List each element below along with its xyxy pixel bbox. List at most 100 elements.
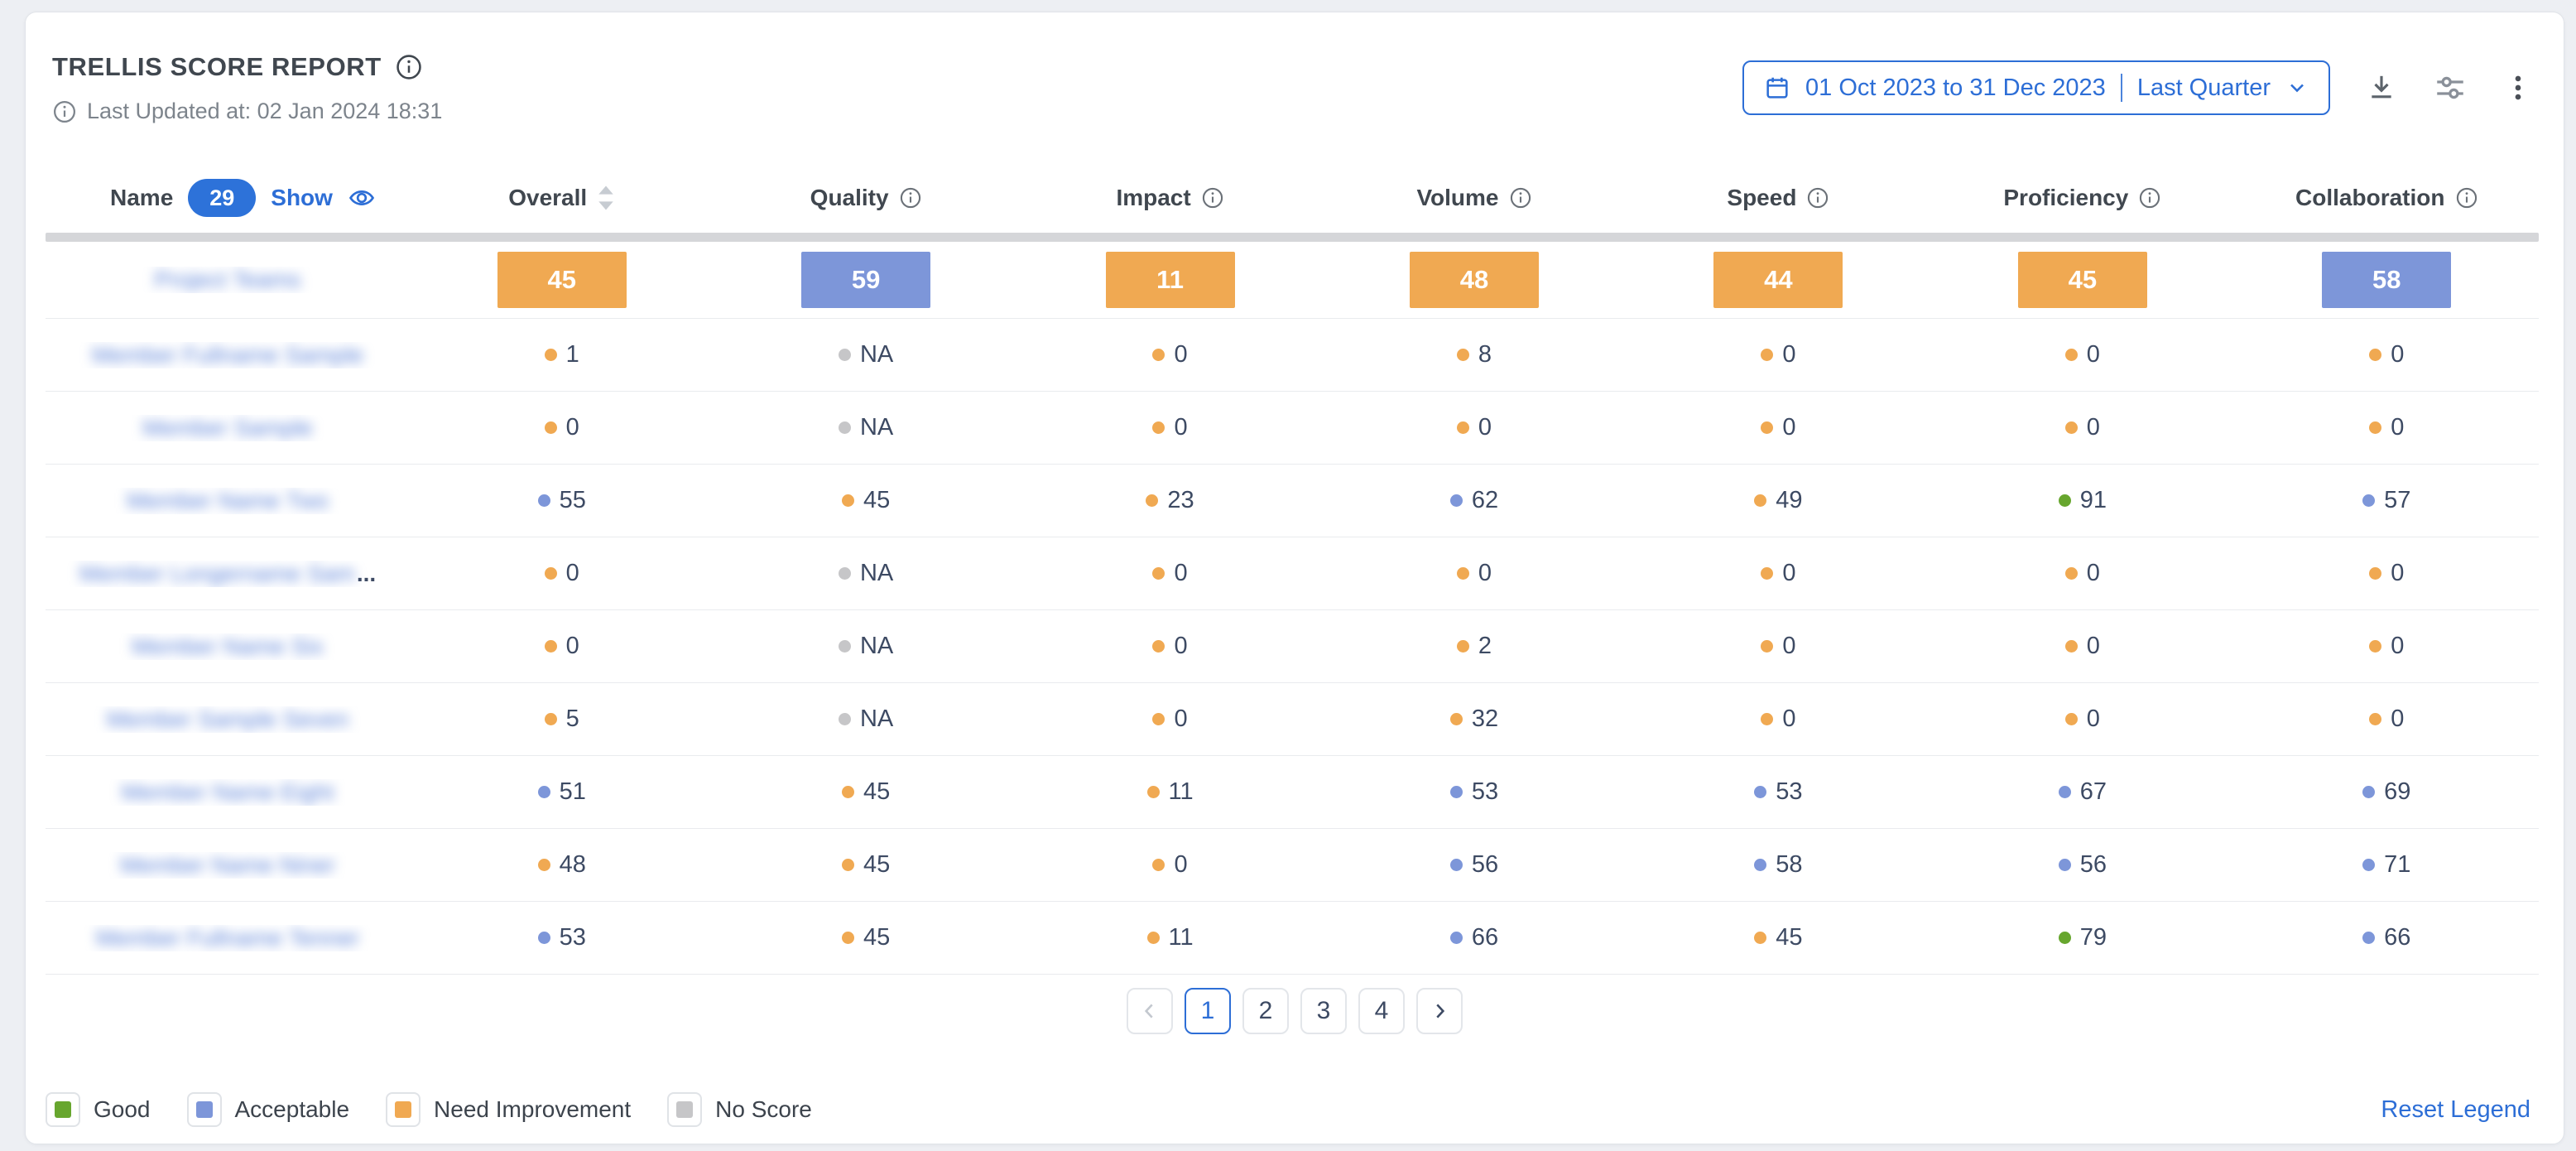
legend-checkbox[interactable] xyxy=(386,1092,421,1127)
score-dot xyxy=(1152,421,1165,434)
table-row: Member Name Eight51451153536769 xyxy=(46,756,2539,829)
legend-label: Good xyxy=(94,1096,151,1123)
score-cell: 0 xyxy=(1018,633,1322,660)
legend-swatch xyxy=(196,1101,213,1118)
score-value: 0 xyxy=(2087,414,2100,441)
table-row: Member Name Six0NA02000 xyxy=(46,610,2539,683)
score-dot xyxy=(1761,349,1773,361)
score-badge[interactable]: 45 xyxy=(497,252,627,308)
column-info-icon[interactable] xyxy=(2455,186,2478,209)
score-dot xyxy=(1754,859,1766,871)
row-name-cell: Member Name Six xyxy=(46,633,410,660)
score-cell: 45 xyxy=(714,487,1017,514)
legend-item-good[interactable]: Good xyxy=(46,1092,151,1127)
column-header-quality: Quality xyxy=(714,185,1017,211)
score-badge[interactable]: 11 xyxy=(1106,252,1235,308)
score-cell: 53 xyxy=(1322,778,1626,806)
score-cell: 66 xyxy=(2235,924,2539,951)
score-badge[interactable]: 58 xyxy=(2322,252,2451,308)
horizontal-scrollbar[interactable] xyxy=(46,233,2539,242)
legend-item-acceptable[interactable]: Acceptable xyxy=(187,1092,350,1127)
show-names-button[interactable]: Show xyxy=(271,185,333,211)
download-button[interactable] xyxy=(2365,71,2398,104)
date-range-picker[interactable]: 01 Oct 2023 to 31 Dec 2023 Last Quarter xyxy=(1742,60,2330,115)
page-button-1[interactable]: 1 xyxy=(1185,988,1231,1034)
row-name-link[interactable]: Member Sample xyxy=(142,415,312,441)
score-dot xyxy=(545,713,557,725)
score-value: 45 xyxy=(863,924,890,951)
score-badge[interactable]: 59 xyxy=(801,252,930,308)
page-button-2[interactable]: 2 xyxy=(1242,988,1289,1034)
row-name-link[interactable]: Project Teams xyxy=(155,267,301,293)
score-dot xyxy=(1152,349,1165,361)
score-value: 0 xyxy=(1174,560,1187,587)
column-info-icon[interactable] xyxy=(1806,186,1829,209)
score-value: 56 xyxy=(2080,851,2107,879)
score-badge[interactable]: 44 xyxy=(1713,252,1843,308)
score-value: 48 xyxy=(560,851,586,879)
score-badge[interactable]: 45 xyxy=(2018,252,2147,308)
score-badge[interactable]: 48 xyxy=(1410,252,1539,308)
row-name-link[interactable]: Member Fullname Sample xyxy=(92,342,363,368)
score-cell: 8 xyxy=(1322,341,1626,368)
truncation-ellipsis: ... xyxy=(357,561,376,587)
score-cell: 45 xyxy=(714,924,1017,951)
score-value: 0 xyxy=(566,633,579,660)
score-cell: 53 xyxy=(1627,778,1930,806)
more-options-button[interactable] xyxy=(2502,72,2534,104)
score-value: 0 xyxy=(1174,706,1187,733)
row-name-link[interactable]: Member Fullname Tenner xyxy=(96,925,360,951)
kebab-menu-icon xyxy=(2502,72,2534,104)
page-button-4[interactable]: 4 xyxy=(1358,988,1405,1034)
row-name-cell: Member Name Niner xyxy=(46,852,410,879)
title-info-icon[interactable] xyxy=(395,53,423,81)
row-name-link[interactable]: Member Name Two xyxy=(127,488,329,514)
row-name-link[interactable]: Member Sample Seven xyxy=(107,706,349,733)
previous-page-button[interactable] xyxy=(1127,988,1173,1034)
column-info-icon[interactable] xyxy=(2138,186,2161,209)
score-dot xyxy=(545,640,557,653)
score-value: 0 xyxy=(2087,706,2100,733)
legend-swatch xyxy=(55,1101,71,1118)
score-dot xyxy=(545,567,557,580)
reset-legend-link[interactable]: Reset Legend xyxy=(2381,1096,2530,1124)
score-cell: 0 xyxy=(410,633,714,660)
legend-label: Acceptable xyxy=(235,1096,350,1123)
eye-icon[interactable] xyxy=(348,184,376,212)
row-name-link[interactable]: Member Name Niner xyxy=(120,852,335,879)
score-dot xyxy=(538,786,550,798)
score-cell: 0 xyxy=(1930,414,2234,441)
header-controls: 01 Oct 2023 to 31 Dec 2023 Last Quarter xyxy=(1742,60,2534,115)
legend-checkbox[interactable] xyxy=(187,1092,222,1127)
score-cell: 0 xyxy=(2235,341,2539,368)
score-cell: 57 xyxy=(2235,487,2539,514)
score-cell: NA xyxy=(714,633,1017,660)
legend-checkbox[interactable] xyxy=(46,1092,80,1127)
name-header-label: Name xyxy=(110,185,173,211)
page-button-3[interactable]: 3 xyxy=(1300,988,1347,1034)
score-value: 0 xyxy=(1782,560,1795,587)
score-cell: 0 xyxy=(1930,341,2234,368)
column-info-icon[interactable] xyxy=(899,186,922,209)
score-value: 53 xyxy=(560,924,586,951)
score-value: 0 xyxy=(1174,341,1187,368)
score-dot xyxy=(1450,494,1463,507)
legend-item-no_score[interactable]: No Score xyxy=(667,1092,812,1127)
score-value: 51 xyxy=(560,778,586,806)
next-page-button[interactable] xyxy=(1416,988,1463,1034)
row-name-link[interactable]: Member Longername Sam xyxy=(79,561,355,587)
row-name-link[interactable]: Member Name Six xyxy=(132,633,324,660)
score-cell: 0 xyxy=(1322,414,1626,441)
column-info-icon[interactable] xyxy=(1509,186,1532,209)
row-name-cell: Project Teams xyxy=(46,267,410,293)
score-dot xyxy=(1761,567,1773,580)
legend-checkbox[interactable] xyxy=(667,1092,702,1127)
sort-icon[interactable] xyxy=(597,185,615,211)
row-name-link[interactable]: Member Name Eight xyxy=(122,779,334,806)
table-settings-button[interactable] xyxy=(2433,70,2468,105)
page-title: TRELLIS SCORE REPORT xyxy=(52,52,382,82)
column-header-overall[interactable]: Overall xyxy=(410,185,714,211)
score-value: 2 xyxy=(1478,633,1492,660)
column-info-icon[interactable] xyxy=(1201,186,1224,209)
legend-item-need_improvement[interactable]: Need Improvement xyxy=(386,1092,631,1127)
